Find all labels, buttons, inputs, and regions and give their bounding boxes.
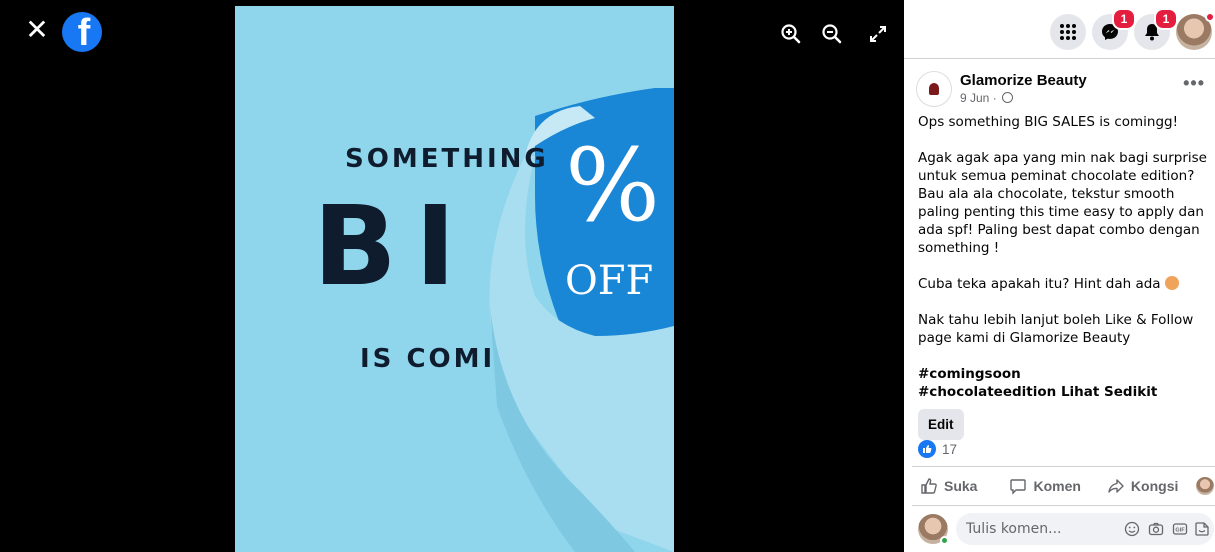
online-status-dot: [940, 536, 949, 545]
share-icon: [1108, 479, 1124, 493]
sticker-icon[interactable]: [1194, 521, 1210, 537]
zoom-out-icon[interactable]: [820, 22, 844, 46]
top-divider: [904, 58, 1215, 59]
see-less-link[interactable]: Lihat Sedikit: [1061, 384, 1157, 400]
like-button[interactable]: Suka: [920, 477, 977, 495]
more-options-icon[interactable]: •••: [1183, 73, 1205, 94]
post-paragraph: Cuba teka apakah itu? Hint dah ada: [918, 275, 1211, 293]
post-paragraph: Nak tahu lebih lanjut boleh Like & Follo…: [918, 312, 1194, 346]
facebook-logo-letter: f: [77, 12, 91, 52]
globe-icon: [1002, 92, 1014, 103]
facebook-logo[interactable]: f: [62, 12, 102, 52]
post-header: Glamorize Beauty 9 Jun · •••: [904, 69, 1215, 117]
notifications-bell-icon[interactable]: 1: [1134, 8, 1178, 50]
photo-text-big: BI: [313, 182, 474, 310]
camera-icon[interactable]: [1148, 521, 1164, 537]
reaction-summary[interactable]: 17: [918, 440, 957, 458]
page-avatar[interactable]: [916, 71, 952, 107]
svg-text:GIF: GIF: [1175, 528, 1185, 534]
post-body: Ops something BIG SALES is comingg! Agak…: [904, 113, 1215, 401]
zoom-in-icon[interactable]: [779, 22, 803, 46]
account-alert-dot: [1205, 12, 1215, 22]
photo-viewer: ✕ f SOMETHING BI IS COMI % OFF: [0, 0, 904, 552]
share-button[interactable]: Kongsi: [1107, 477, 1178, 495]
like-label: Suka: [944, 478, 978, 494]
comment-icon: [1010, 479, 1027, 495]
emoji-icon[interactable]: [1124, 521, 1140, 537]
hashtag-link[interactable]: #chocolateedition: [918, 384, 1056, 400]
gif-icon[interactable]: GIF: [1172, 521, 1188, 537]
page-name[interactable]: Glamorize Beauty: [960, 72, 1087, 89]
hashtags: #comingsoon #chocolateedition Lihat Sedi…: [918, 365, 1211, 401]
top-bar: 1 1: [904, 0, 1215, 58]
hashtag-link[interactable]: #comingsoon: [918, 366, 1021, 382]
edit-button[interactable]: Edit: [918, 409, 964, 440]
notifications-badge: 1: [1154, 8, 1178, 30]
fullscreen-icon[interactable]: [866, 22, 890, 46]
monkey-emoji-icon: [1164, 276, 1179, 290]
photo-text-is-coming: IS COMI: [360, 344, 496, 374]
post-panel: 1 1 Glamorize Beauty 9 Jun · ••• Ops som…: [904, 0, 1215, 552]
post-photo: SOMETHING BI IS COMI % OFF: [235, 6, 674, 552]
post-as-selector[interactable]: ▾: [1196, 477, 1215, 495]
post-as-avatar: [1196, 477, 1215, 495]
post-paragraph: Agak agak apa yang min nak bagi surprise…: [918, 150, 1207, 256]
account-avatar[interactable]: [1176, 12, 1215, 50]
menu-grid-icon[interactable]: [1050, 14, 1086, 50]
messenger-icon[interactable]: 1: [1092, 8, 1136, 50]
post-paragraph-text: Cuba teka apakah itu? Hint dah ada: [918, 276, 1161, 292]
user-avatar: [918, 514, 949, 545]
share-label: Kongsi: [1130, 478, 1179, 494]
post-date: 9 Jun ·: [960, 91, 997, 105]
post-meta[interactable]: 9 Jun ·: [960, 91, 1014, 105]
close-icon[interactable]: ✕: [22, 16, 52, 46]
like-reaction-icon: [918, 440, 936, 458]
like-count: 17: [942, 441, 958, 457]
messenger-badge: 1: [1112, 8, 1136, 30]
thumbs-up-icon: [921, 478, 937, 494]
comment-label: Komen: [1033, 478, 1081, 494]
photo-text-something: SOMETHING: [345, 144, 549, 174]
comment-button[interactable]: Komen: [1009, 477, 1081, 495]
photo-text-percent: %: [565, 127, 661, 244]
post-actions: Suka Komen Kongsi ▾: [912, 466, 1215, 506]
photo-text-off: OFF: [565, 258, 654, 304]
comment-composer: GIF: [918, 512, 1215, 546]
